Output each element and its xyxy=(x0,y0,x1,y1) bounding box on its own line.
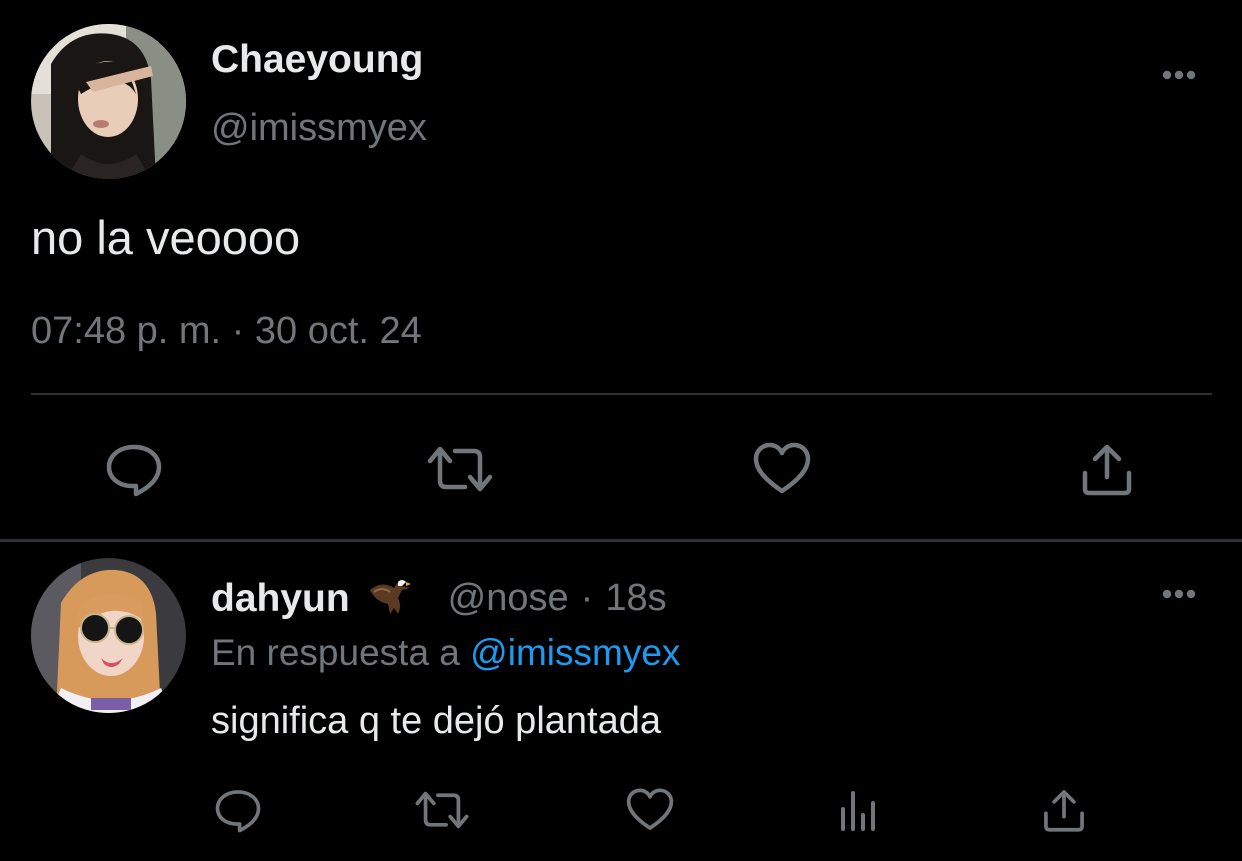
separator: · xyxy=(580,577,594,619)
retweet-button[interactable] xyxy=(425,437,495,501)
retweet-icon xyxy=(427,446,493,492)
reply-timestamp[interactable]: 18s xyxy=(605,577,666,620)
share-button[interactable] xyxy=(1036,782,1092,838)
like-button[interactable] xyxy=(750,437,814,501)
reply-button[interactable] xyxy=(102,437,166,501)
like-button[interactable] xyxy=(622,782,678,838)
replying-to-handle-link[interactable]: @imissmyex xyxy=(470,632,680,673)
share-icon xyxy=(1044,790,1084,832)
more-horizontal-icon[interactable] xyxy=(1159,67,1199,83)
profile-photo xyxy=(31,24,186,179)
replying-to-label: En respuesta a xyxy=(211,632,460,673)
reply-header: dahyun @nose · 18s xyxy=(211,576,667,621)
display-name[interactable]: dahyun xyxy=(211,577,350,621)
like-icon xyxy=(753,442,811,494)
eagle-emoji-icon xyxy=(368,576,412,621)
user-handle[interactable]: @nose xyxy=(448,577,569,620)
reply-icon xyxy=(215,790,261,833)
tweet-text: no la veoooo xyxy=(31,211,301,264)
retweet-icon xyxy=(415,791,469,829)
divider xyxy=(31,393,1212,395)
replying-to: En respuesta a @imissmyex xyxy=(211,632,680,674)
reply-text: significa q te dejó plantada xyxy=(211,700,661,742)
profile-photo xyxy=(31,558,186,713)
more-horizontal-icon[interactable] xyxy=(1159,586,1199,602)
display-name[interactable]: Chaeyoung xyxy=(211,38,423,82)
user-handle[interactable]: @imissmyex xyxy=(211,107,427,150)
tweet-timestamp[interactable]: 07:48 p. m. · 30 oct. 24 xyxy=(31,310,422,353)
avatar[interactable] xyxy=(31,24,186,179)
reply-button[interactable] xyxy=(210,782,266,838)
stats-button[interactable] xyxy=(830,782,886,838)
stats-icon xyxy=(841,791,875,831)
reply-icon xyxy=(106,444,162,497)
retweet-button[interactable] xyxy=(410,782,474,838)
like-icon xyxy=(626,788,674,830)
divider xyxy=(0,539,1242,542)
share-icon xyxy=(1082,444,1132,496)
share-button[interactable] xyxy=(1075,437,1139,501)
avatar[interactable] xyxy=(31,558,186,713)
